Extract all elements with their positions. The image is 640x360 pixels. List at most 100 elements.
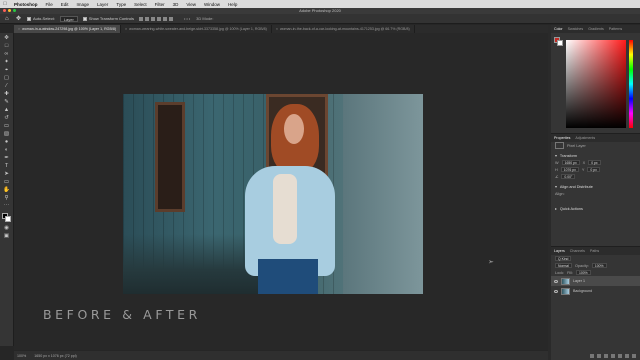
more-options-icon[interactable]: ••• [184, 16, 191, 21]
folder-icon[interactable] [618, 354, 622, 358]
close-window-button[interactable] [3, 9, 6, 12]
color-panel-swatches[interactable] [554, 37, 563, 46]
align-bottom-icon[interactable] [168, 16, 173, 21]
blend-mode-dropdown[interactable]: Normal [555, 263, 572, 268]
menu-layer[interactable]: Layer [93, 2, 112, 7]
auto-select-toggle[interactable]: Auto-Select: [27, 16, 55, 21]
tab-gradients[interactable]: Gradients [588, 27, 604, 31]
tab-document-1[interactable]: × woman-in-a-window-247298.jpg @ 100% (La… [14, 25, 122, 33]
align-top-icon[interactable] [156, 16, 161, 21]
tab-layers[interactable]: Layers [554, 249, 565, 253]
show-transform-toggle[interactable]: Show Transform Controls [82, 16, 134, 21]
link-layers-icon[interactable] [590, 354, 594, 358]
pen-tool-icon[interactable]: ✒ [3, 155, 11, 161]
color-field[interactable] [566, 40, 626, 128]
menu-filter[interactable]: Filter [151, 2, 169, 7]
marquee-tool-icon[interactable]: □ [3, 43, 11, 49]
menu-select[interactable]: Select [130, 2, 151, 7]
color-swatches[interactable] [1, 213, 12, 223]
tab-color[interactable]: Color [554, 27, 563, 31]
opacity-field[interactable]: 100% [591, 263, 607, 268]
lasso-tool-icon[interactable]: ∞ [3, 51, 11, 57]
auto-select-dropdown[interactable]: Layer [59, 15, 78, 22]
stamp-tool-icon[interactable]: ▲ [3, 107, 11, 113]
eraser-tool-icon[interactable]: ▭ [3, 123, 11, 129]
layer-row-layer-1[interactable]: Layer 1 [551, 276, 640, 286]
brush-tool-icon[interactable]: ✎ [3, 99, 11, 105]
blur-tool-icon[interactable]: ● [3, 139, 11, 145]
zoom-level[interactable]: 100% [17, 354, 26, 358]
align-header[interactable]: ▾ Align and Distribute [551, 183, 640, 190]
minimize-window-button[interactable] [8, 9, 11, 12]
quick-select-tool-icon[interactable]: ✦ [3, 59, 11, 65]
close-tab-icon[interactable]: × [18, 27, 20, 31]
tab-paths[interactable]: Paths [590, 249, 599, 253]
auto-select-checkbox[interactable] [27, 16, 31, 21]
angle-field[interactable]: 0.00° [561, 174, 576, 179]
menu-file[interactable]: File [42, 2, 57, 7]
dodge-tool-icon[interactable]: ◐ [3, 147, 11, 153]
close-tab-icon[interactable]: × [125, 27, 127, 31]
tab-properties[interactable]: Properties [554, 136, 570, 140]
visibility-eye-icon[interactable] [554, 279, 558, 283]
width-field[interactable]: 1650 px [561, 160, 580, 165]
move-tool-icon[interactable]: ✥ [16, 16, 22, 22]
type-tool-icon[interactable]: T [3, 163, 11, 169]
align-right-icon[interactable] [150, 16, 155, 21]
tab-swatches[interactable]: Swatches [568, 27, 584, 31]
align-middle-icon[interactable] [162, 16, 167, 21]
quick-actions-header[interactable]: ▸ Quick Actions [551, 205, 640, 212]
menu-edit[interactable]: Edit [57, 2, 73, 7]
menu-view[interactable]: View [182, 2, 200, 7]
crop-tool-icon[interactable]: ⌖ [3, 67, 11, 73]
tab-patterns[interactable]: Patterns [609, 27, 622, 31]
healing-tool-icon[interactable]: ✚ [3, 91, 11, 97]
home-icon[interactable]: ⌂ [5, 16, 11, 22]
history-brush-tool-icon[interactable]: ↺ [3, 115, 11, 121]
gradient-tool-icon[interactable]: ▧ [3, 131, 11, 137]
shape-tool-icon[interactable]: ▭ [3, 179, 11, 185]
frame-tool-icon[interactable]: ▢ [3, 75, 11, 81]
zoom-window-button[interactable] [13, 9, 16, 12]
layer-row-background[interactable]: Background [551, 286, 640, 296]
tab-channels[interactable]: Channels [570, 249, 585, 253]
fx-icon[interactable] [597, 354, 601, 358]
height-field[interactable]: 1076 px [560, 167, 579, 172]
new-layer-icon[interactable] [625, 354, 629, 358]
document-image[interactable] [123, 94, 423, 294]
tab-document-2[interactable]: × woman-wearing-white-sweater-and-beige-s… [121, 25, 272, 33]
background-color-swatch[interactable] [4, 216, 11, 222]
canvas-area[interactable]: BEFORE & AFTER ➣ [14, 33, 548, 350]
hand-tool-icon[interactable]: ✋ [3, 187, 11, 193]
menu-window[interactable]: Window [200, 2, 224, 7]
menu-help[interactable]: Help [224, 2, 241, 7]
close-tab-icon[interactable]: × [276, 27, 278, 31]
kind-filter-dropdown[interactable]: Q Kind [555, 256, 572, 261]
more-tools-icon[interactable]: ⋯ [3, 203, 11, 209]
quick-mask-icon[interactable]: ◉ [3, 225, 11, 231]
y-field[interactable]: 0 px [587, 167, 600, 172]
fill-field[interactable]: 100% [575, 270, 591, 275]
mask-icon[interactable] [604, 354, 608, 358]
align-left-icon[interactable] [138, 16, 143, 21]
screen-mode-icon[interactable]: ▣ [3, 233, 11, 239]
adjustment-icon[interactable] [611, 354, 615, 358]
visibility-eye-icon[interactable] [554, 289, 558, 293]
move-tool-icon[interactable]: ✥ [3, 35, 11, 41]
apple-icon[interactable]:  [0, 1, 10, 7]
menu-image[interactable]: Image [73, 2, 94, 7]
transform-header[interactable]: ▾ Transform [551, 152, 640, 159]
menu-app[interactable]: Photoshop [10, 2, 42, 7]
trash-icon[interactable] [632, 354, 636, 358]
menu-type[interactable]: Type [112, 2, 130, 7]
x-field[interactable]: 0 px [588, 160, 601, 165]
menu-3d[interactable]: 3D [169, 2, 183, 7]
eyedropper-tool-icon[interactable]: ⁄ [3, 83, 11, 89]
align-center-icon[interactable] [144, 16, 149, 21]
hue-slider[interactable] [629, 40, 633, 128]
zoom-tool-icon[interactable]: ⚲ [3, 195, 11, 201]
tab-document-3[interactable]: × woman-in-the-back-of-a-car-looking-at-m… [272, 25, 415, 33]
background-color-swatch[interactable] [557, 40, 563, 46]
tab-adjustments[interactable]: Adjustments [575, 136, 595, 140]
path-select-tool-icon[interactable]: ➤ [3, 171, 11, 177]
